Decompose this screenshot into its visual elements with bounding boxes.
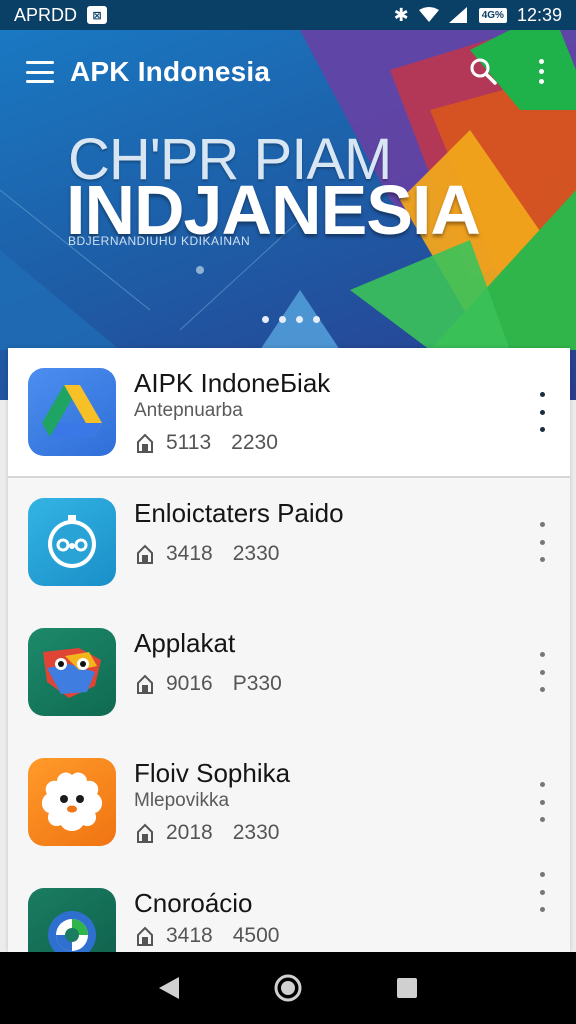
banner-subtitle: BDJERNANDIUHU KDIKAINAN	[68, 234, 251, 248]
home-icon[interactable]	[268, 968, 308, 1008]
app-stat-downloads: 2018	[166, 821, 213, 844]
notification-icon: ⊠	[87, 6, 108, 24]
list-item[interactable]: Cnorоácio 3418 4500	[8, 868, 570, 952]
app-stat-size: 4500	[232, 924, 280, 947]
search-button[interactable]	[460, 48, 506, 94]
banner-pager[interactable]	[262, 316, 320, 323]
app-publisher: Mlepovikka	[134, 790, 230, 811]
more-options-icon[interactable]	[536, 392, 548, 432]
app-title: APK Indonesia	[70, 56, 271, 87]
timer-face-icon[interactable]	[28, 498, 116, 586]
app-publisher: Antepnuarba	[134, 400, 243, 421]
list-item[interactable]: AIPK IndoneБiak Antepnuarba 5113 2230	[8, 348, 570, 478]
more-options-icon[interactable]	[536, 872, 548, 912]
app-name: AIPK IndoneБiak	[134, 368, 331, 398]
battery-icon: 4G%	[478, 7, 507, 23]
list-item[interactable]: Enloictaters Paido 3418 2330	[8, 478, 570, 608]
app-toolbar: APK Indonesia	[0, 48, 576, 96]
search-icon	[470, 58, 497, 85]
download-icon	[137, 674, 153, 694]
back-icon[interactable]	[149, 968, 189, 1008]
download-icon	[137, 544, 153, 564]
more-options-icon[interactable]	[536, 782, 548, 822]
recents-icon[interactable]	[387, 968, 427, 1008]
drive-icon[interactable]	[28, 368, 116, 456]
more-options-icon[interactable]	[536, 652, 548, 692]
carrier-label: APRDD	[14, 4, 78, 25]
more-options-icon[interactable]	[536, 522, 548, 562]
hamburger-menu-icon[interactable]	[26, 61, 54, 83]
pager-dot[interactable]	[313, 316, 320, 323]
app-name: Apрlakat	[134, 628, 236, 658]
hero-banner[interactable]: APK Indonesia CH'PR PIAM INDJANESIA BDJE…	[0, 30, 576, 400]
app-stat-downloads: 3418	[166, 924, 213, 947]
app-stat-size: 2330	[232, 821, 280, 844]
app-stat-size: 2230	[231, 431, 278, 454]
app-list[interactable]: AIPK IndoneБiak Antepnuarba 5113 2230 En…	[8, 348, 570, 952]
pager-dot[interactable]	[262, 316, 269, 323]
app-stat-size: P330	[232, 672, 282, 695]
pager-dot[interactable]	[296, 316, 303, 323]
wifi-icon	[418, 7, 439, 22]
signal-icon	[448, 7, 467, 23]
list-item[interactable]: Floiv Sophika Mlepovikka 2018 2330	[8, 738, 570, 868]
banner-dot	[196, 266, 204, 274]
app-stat-size: 2330	[232, 542, 280, 565]
parrot-icon[interactable]	[28, 628, 116, 716]
app-stat-downloads: 3418	[166, 542, 213, 565]
more-vertical-icon[interactable]	[526, 48, 556, 94]
swirl-icon[interactable]	[28, 888, 116, 952]
status-bar: APRDD ⊠ ✱ 4G% 12:39	[0, 0, 576, 30]
download-icon	[137, 823, 153, 843]
fluffy-creature-icon[interactable]	[28, 758, 116, 846]
bluetooth-icon: ✱	[393, 4, 409, 25]
app-name: Floiv Sophika	[134, 758, 291, 788]
app-name: Cnorоácio	[134, 888, 253, 918]
app-stat-downloads: 5113	[166, 431, 212, 454]
app-stat-downloads: 9016	[166, 672, 213, 695]
system-nav-bar	[0, 952, 576, 1024]
clock: 12:39	[516, 4, 562, 25]
download-icon	[137, 926, 153, 946]
pager-dot[interactable]	[279, 316, 286, 323]
download-icon	[137, 433, 153, 453]
app-name: Enloictaters Paido	[134, 498, 344, 528]
list-item[interactable]: Apрlakat 9016 P330	[8, 608, 570, 738]
